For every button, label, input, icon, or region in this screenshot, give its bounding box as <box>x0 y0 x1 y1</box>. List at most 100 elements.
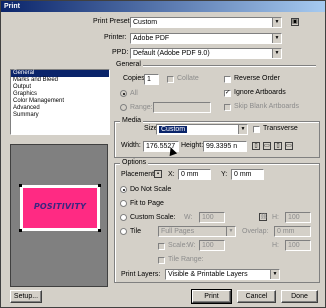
skip-blank-checkbox[interactable] <box>224 104 231 111</box>
custom-h-label: H: <box>272 214 279 221</box>
tile-range-checkbox[interactable] <box>158 257 165 264</box>
category-item-general[interactable]: General <box>11 70 109 77</box>
scale-w-field[interactable]: 100 <box>199 240 225 251</box>
tile-range-label: Tile Range: <box>168 256 204 263</box>
cancel-button[interactable]: Cancel <box>237 290 276 303</box>
scale-h-field[interactable]: 100 <box>285 240 311 251</box>
custom-h-field[interactable]: 100 <box>285 212 311 223</box>
media-size-select[interactable]: Custom ▼ <box>156 124 248 135</box>
tile-radio[interactable] <box>120 228 127 235</box>
overlap-field[interactable]: 0 mm <box>274 226 311 237</box>
print-preset-label: Print Preset: <box>93 18 132 25</box>
chevron-down-icon: ▼ <box>270 270 279 279</box>
transverse-label: Transverse <box>263 125 298 132</box>
media-size-value: Custom <box>159 126 188 133</box>
overlap-label: Overlap: <box>242 228 269 235</box>
tile-value: Full Pages <box>161 228 195 235</box>
category-item-output[interactable]: Output <box>11 84 109 91</box>
preview-artwork-text: POSITIVITY <box>33 202 87 211</box>
x-label: X: <box>168 171 175 178</box>
crop-mark <box>19 229 22 232</box>
crop-mark <box>98 229 101 232</box>
tile-label: Tile <box>130 228 142 235</box>
constrain-proportions-icon[interactable]: ⛓ <box>259 213 268 221</box>
chevron-down-icon: ▼ <box>238 125 247 134</box>
preview-artwork: POSITIVITY <box>23 188 97 228</box>
custom-w-label: W: <box>184 214 193 221</box>
orientation-landscape-flipped-icon[interactable]: ▭ <box>285 142 293 150</box>
category-item-marks-bleed[interactable]: Marks and Bleed <box>11 77 109 84</box>
transverse-checkbox[interactable] <box>253 126 260 133</box>
category-item-graphics[interactable]: Graphics <box>11 91 109 98</box>
crop-mark <box>98 184 101 187</box>
reverse-order-checkbox[interactable] <box>224 76 231 83</box>
orientation-portrait-icon[interactable]: ▯ <box>252 142 260 150</box>
print-layers-label: Print Layers: <box>121 271 161 278</box>
x-field[interactable]: 0 mm <box>178 169 211 180</box>
category-item-color-management[interactable]: Color Management <box>11 98 109 105</box>
custom-w-field[interactable]: 100 <box>199 212 225 223</box>
height-label: Height: <box>181 142 204 149</box>
print-layers-select[interactable]: Visible & Printable Layers ▼ <box>165 269 280 280</box>
all-radio[interactable] <box>120 90 127 97</box>
do-not-scale-label: Do Not Scale <box>130 186 172 193</box>
ignore-artboards-checkbox[interactable]: ✓ <box>224 90 231 97</box>
options-group <box>114 163 320 283</box>
placement-anchor-icon[interactable]: ▪ <box>154 170 162 178</box>
crop-mark <box>19 184 22 187</box>
fit-to-page-label: Fit to Page <box>130 200 164 207</box>
chevron-down-icon: ▼ <box>272 18 281 27</box>
ppd-value: Default (Adobe PDF 9.0) <box>133 50 210 57</box>
do-not-scale-radio[interactable] <box>120 186 127 193</box>
orientation-portrait-flipped-icon[interactable]: ▯ <box>274 142 282 150</box>
chevron-down-icon: ▼ <box>272 34 281 43</box>
chevron-down-icon: ▼ <box>226 227 235 236</box>
window-title: Print <box>1 1 325 12</box>
range-field[interactable] <box>153 102 211 113</box>
chevron-down-icon: ▼ <box>272 49 281 58</box>
category-item-summary[interactable]: Summary <box>11 112 109 119</box>
ppd-select[interactable]: Default (Adobe PDF 9.0) ▼ <box>130 48 282 59</box>
printer-value: Adobe PDF <box>133 35 170 42</box>
orientation-landscape-icon[interactable]: ▭ <box>263 142 271 150</box>
skip-blank-label: Skip Blank Artboards <box>234 103 299 110</box>
general-separator <box>114 65 316 67</box>
print-preset-select[interactable]: Custom ▼ <box>130 17 282 28</box>
tile-select[interactable]: Full Pages ▼ <box>158 226 236 237</box>
media-title: Media <box>120 117 144 125</box>
ppd-label: PPD: <box>112 49 129 56</box>
all-label: All <box>130 90 138 97</box>
collate-label: Collate <box>177 75 199 82</box>
width-label: Width: <box>121 142 141 149</box>
custom-scale-radio[interactable] <box>120 214 127 221</box>
print-preset-value: Custom <box>133 19 158 26</box>
custom-scale-label: Custom Scale: <box>130 214 176 221</box>
scale-label: Scale: <box>168 242 188 249</box>
range-label: Range: <box>130 104 153 111</box>
setup-button[interactable]: Setup... <box>10 290 42 303</box>
y-label: Y: <box>221 171 228 178</box>
printer-select[interactable]: Adobe PDF ▼ <box>130 33 282 44</box>
category-item-advanced[interactable]: Advanced <box>11 105 109 112</box>
print-dialog: Print Print Preset: Custom ▼ ▣ Printer: A… <box>0 0 326 308</box>
copies-field[interactable]: 1 <box>144 74 159 85</box>
done-button[interactable]: Done <box>281 290 318 303</box>
placement-label: Placement: <box>121 171 157 178</box>
printer-label: Printer: <box>104 34 127 41</box>
options-title: Options <box>120 159 149 167</box>
y-field[interactable]: 0 mm <box>231 169 264 180</box>
reverse-order-label: Reverse Order <box>234 75 280 82</box>
collate-checkbox[interactable] <box>167 76 174 83</box>
print-preview[interactable]: POSITIVITY <box>10 144 108 287</box>
ignore-artboards-label: Ignore Artboards <box>234 89 286 96</box>
height-field[interactable]: 99.3395 n <box>203 141 247 152</box>
range-radio[interactable] <box>120 104 127 111</box>
fit-to-page-radio[interactable] <box>120 200 127 207</box>
scale-checkbox[interactable] <box>158 243 165 250</box>
scale-h-label: H: <box>272 242 279 249</box>
scale-w-label: W: <box>187 242 196 249</box>
print-button[interactable]: Print <box>191 289 232 304</box>
category-list[interactable]: General Marks and Bleed Output Graphics … <box>10 69 110 135</box>
preview-paper: POSITIVITY <box>19 184 101 232</box>
save-preset-icon[interactable]: ▣ <box>291 18 299 26</box>
